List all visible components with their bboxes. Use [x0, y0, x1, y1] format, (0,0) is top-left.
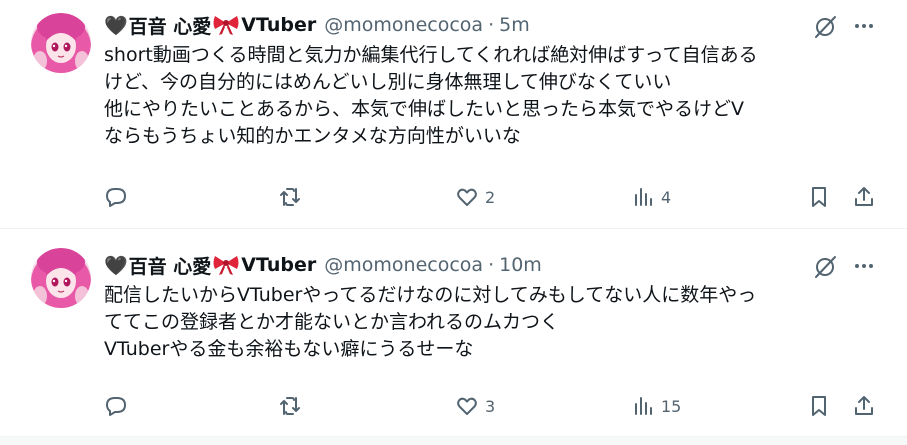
- repost-icon: [280, 188, 300, 206]
- action-bar: 3 15: [0, 391, 907, 421]
- share-button[interactable]: [852, 182, 876, 212]
- views-button[interactable]: 15: [631, 391, 681, 421]
- bookmark-button[interactable]: [807, 182, 831, 212]
- tweet-text-line: 他にやりたいことあるから、本気で伸ばしたいと思ったら本気でやるけどV: [104, 98, 744, 120]
- grok-icon[interactable]: [812, 254, 838, 280]
- bookmark-button[interactable]: [807, 391, 831, 421]
- tweet-header: 🖤 百音 心愛 VTuber @momonecocoa · 10m: [104, 252, 542, 278]
- views-icon: [635, 397, 652, 415]
- user-handle[interactable]: @momonecocoa: [324, 254, 483, 276]
- separator-dot: ·: [488, 254, 495, 276]
- red-ribbon-icon: [213, 16, 239, 35]
- like-button[interactable]: 3: [455, 391, 495, 421]
- user-handle[interactable]: @momonecocoa: [324, 14, 483, 36]
- like-icon: [457, 188, 477, 206]
- views-count: 4: [661, 187, 672, 207]
- repost-button[interactable]: [278, 391, 308, 421]
- like-count: 3: [485, 396, 496, 416]
- like-icon: [457, 397, 477, 415]
- reply-button[interactable]: [104, 182, 134, 212]
- tweet[interactable]: 🖤 百音 心愛 VTuber @momonecocoa · 10m 配信したいか…: [0, 230, 907, 437]
- timestamp[interactable]: 5m: [499, 14, 530, 36]
- timeline-divider: [0, 437, 907, 445]
- share-icon: [855, 187, 873, 206]
- views-button[interactable]: 4: [631, 182, 671, 212]
- repost-button[interactable]: [278, 182, 308, 212]
- reply-button[interactable]: [104, 391, 134, 421]
- bookmark-icon: [812, 187, 826, 207]
- tweet-text-line: ならもうちょい知的かエンタメな方向性がいいな: [104, 125, 521, 147]
- grok-icon[interactable]: [812, 14, 838, 40]
- like-count: 2: [485, 187, 496, 207]
- tweet-header: 🖤 百音 心愛 VTuber @momonecocoa · 5m: [104, 12, 530, 38]
- like-button[interactable]: 2: [455, 182, 495, 212]
- tweet-text-line: 配信したいからVTuberやってるだけなのに対してみもしてない人に数年やっ: [104, 284, 757, 306]
- avatar[interactable]: [31, 248, 91, 308]
- share-button[interactable]: [852, 391, 876, 421]
- display-name[interactable]: 百音 心愛: [129, 252, 212, 279]
- more-icon[interactable]: [852, 14, 876, 38]
- tweet-text-line: けど、今の自分的にはめんどいし別に身体無理して伸びなくていい: [104, 71, 672, 93]
- share-icon: [855, 396, 873, 415]
- action-bar: 2 4: [0, 182, 907, 212]
- display-name-suffix[interactable]: VTuber: [241, 14, 316, 36]
- reply-icon: [106, 397, 126, 416]
- black-heart-icon: 🖤: [104, 254, 128, 277]
- tweet-text-line: ててこの登録者とか才能ないとか言われるのムカつく: [104, 311, 560, 333]
- display-name[interactable]: 百音 心愛: [129, 12, 212, 39]
- tweet-text-line: VTuberやる金も余裕もない癖にうるせーな: [104, 338, 474, 360]
- display-name-suffix[interactable]: VTuber: [241, 254, 316, 276]
- repost-icon: [280, 397, 300, 415]
- more-icon[interactable]: [852, 254, 876, 278]
- timestamp[interactable]: 10m: [499, 254, 542, 276]
- reply-icon: [106, 188, 126, 207]
- red-ribbon-icon: [213, 256, 239, 275]
- tweet-text: short動画つくる時間と気力か編集代行してくれれば絶対伸ばすって自信ある けど…: [104, 42, 884, 150]
- tweet[interactable]: 🖤 百音 心愛 VTuber @momonecocoa · 5m short動画…: [0, 0, 907, 229]
- avatar[interactable]: [31, 13, 91, 73]
- views-icon: [635, 188, 652, 206]
- separator-dot: ·: [488, 14, 495, 36]
- tweet-text: 配信したいからVTuberやってるだけなのに対してみもしてない人に数年やっ てて…: [104, 282, 884, 363]
- tweet-text-line: short動画つくる時間と気力か編集代行してくれれば絶対伸ばすって自信ある: [104, 44, 758, 66]
- black-heart-icon: 🖤: [104, 14, 128, 37]
- views-count: 15: [661, 396, 682, 416]
- bookmark-icon: [812, 396, 826, 416]
